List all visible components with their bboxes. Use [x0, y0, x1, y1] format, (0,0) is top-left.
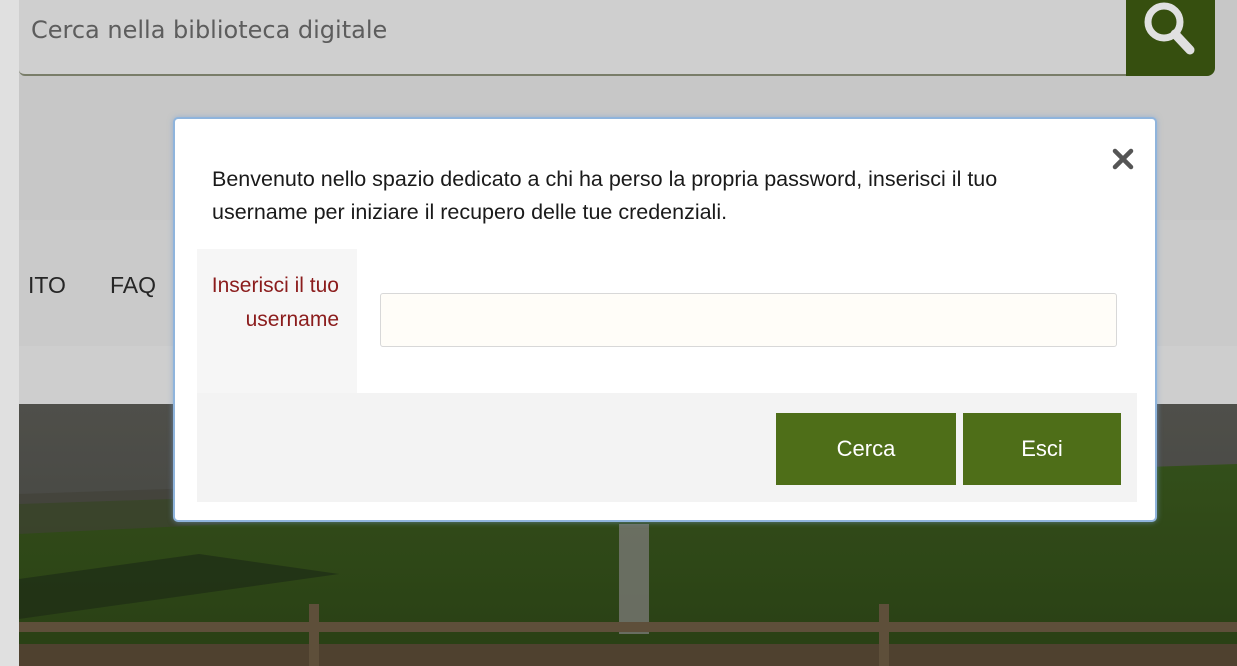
search-button[interactable]: Cerca — [776, 413, 956, 485]
field-label-cell: Inserisci il tuo username — [197, 249, 357, 393]
dialog-footer: Cerca Esci — [197, 393, 1137, 502]
dialog-message: Benvenuto nello spazio dedicato a chi ha… — [212, 167, 998, 224]
exit-button[interactable]: Esci — [963, 413, 1121, 485]
username-input[interactable] — [380, 293, 1117, 347]
close-icon[interactable] — [1109, 145, 1137, 173]
username-label: Inserisci il tuo username — [211, 274, 339, 331]
password-recovery-dialog: Benvenuto nello spazio dedicato a chi ha… — [173, 117, 1157, 522]
